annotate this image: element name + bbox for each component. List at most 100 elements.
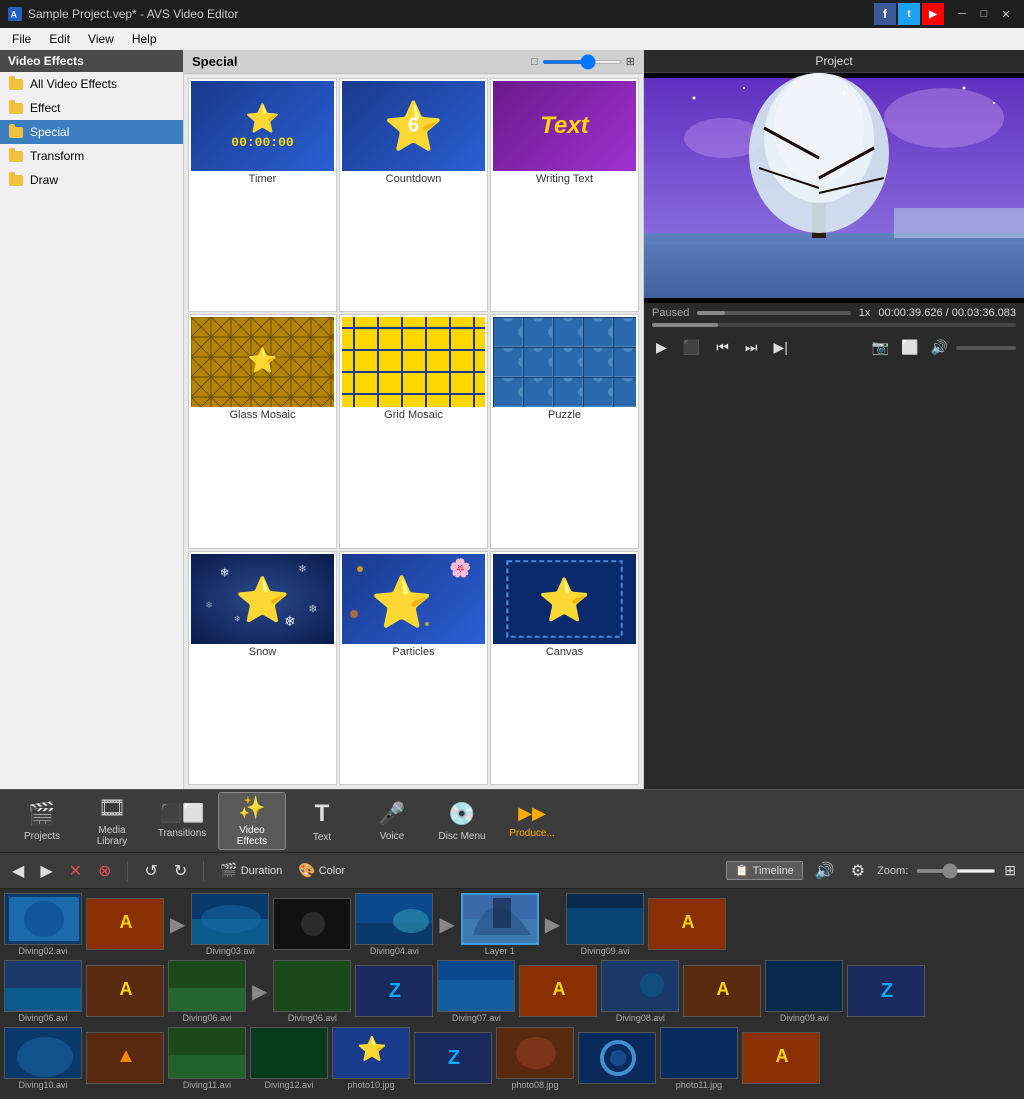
next-button[interactable]: ⏭	[741, 337, 762, 358]
clip-diving06-2[interactable]: Diving06.avi	[168, 960, 246, 1023]
menu-help[interactable]: Help	[124, 30, 165, 48]
effect-glass-mosaic[interactable]: ⭐ Glass Mosaic	[188, 314, 337, 548]
size-slider[interactable]	[542, 60, 622, 64]
delete-all-button[interactable]: ⊗	[94, 859, 115, 883]
volume-button[interactable]: 🔊	[927, 337, 952, 358]
step-forward-button[interactable]: ▶|	[769, 337, 791, 358]
clip-diving09-2[interactable]: Diving09.avi	[765, 960, 843, 1023]
clip-diving08[interactable]: Diving08.avi	[601, 960, 679, 1023]
transitions-button[interactable]: ⬛⬜ Transitions	[148, 792, 216, 850]
clip-thumb	[250, 1027, 328, 1079]
duration-button[interactable]: 🎬 Duration	[216, 860, 286, 881]
effect-grid-mosaic[interactable]: Grid Mosaic	[339, 314, 488, 548]
effect-particles[interactable]: ⭐ 🌸 Particles	[339, 551, 488, 785]
produce-label: Produce...	[509, 828, 555, 839]
menu-view[interactable]: View	[80, 30, 122, 48]
clip-diving04[interactable]: Diving04.avi	[355, 893, 433, 956]
effect-snow[interactable]: ⭐ ❄ ❄ ❄ ❄ ❄ ❄ Snow	[188, 551, 337, 785]
media-library-button[interactable]: 🎞 Media Library	[78, 792, 146, 850]
clip-logo-3[interactable]: Z	[414, 1032, 492, 1085]
redo-button[interactable]: ↻	[170, 859, 191, 883]
fullscreen-control[interactable]: ⊞	[626, 55, 635, 68]
settings-button[interactable]: ⚙	[847, 859, 869, 883]
clip-diving02[interactable]: Diving02.avi	[4, 893, 82, 956]
disc-menu-button[interactable]: 💿 Disc Menu	[428, 792, 496, 850]
color-button[interactable]: 🎨 Color	[294, 860, 349, 881]
sidebar-item-all-effects[interactable]: All Video Effects	[0, 72, 183, 96]
zoom-slider[interactable]	[916, 869, 996, 873]
toolbar: 🎬 Projects 🎞 Media Library ⬛⬜ Transition…	[0, 789, 1024, 853]
clip-label: Diving09.avi	[780, 1013, 829, 1023]
clip-diving12[interactable]: Diving12.avi	[250, 1027, 328, 1090]
fit-button[interactable]: ⊞	[1004, 862, 1016, 879]
clip-text-2[interactable]: A	[648, 898, 726, 951]
effect-countdown[interactable]: ⭐ 6 Countdown	[339, 78, 488, 312]
playback-status: Paused 1x 00:00:39.626 / 00:03:36.083	[652, 307, 1016, 319]
clip-photo10[interactable]: ⭐ photo10.jpg	[332, 1027, 410, 1090]
close-button[interactable]: ✕	[996, 4, 1016, 24]
maximize-button[interactable]: □	[974, 4, 994, 24]
clip-diving11[interactable]: Diving11.avi	[168, 1027, 246, 1090]
voice-button[interactable]: 🎤 Voice	[358, 792, 426, 850]
facebook-icon[interactable]: f	[874, 3, 896, 25]
snapshot-button[interactable]: 📷	[868, 337, 893, 358]
prev-button[interactable]: ⏮	[712, 337, 733, 358]
menu-file[interactable]: File	[4, 30, 39, 48]
projects-button[interactable]: 🎬 Projects	[8, 792, 76, 850]
effects-title: Special	[192, 54, 238, 69]
clip-logo-1[interactable]: Z	[355, 965, 433, 1018]
effect-puzzle[interactable]: Puzzle	[490, 314, 639, 548]
clip-text-3[interactable]: A	[519, 965, 597, 1018]
play-button[interactable]: ▶	[652, 337, 671, 358]
sidebar-item-special[interactable]: Special	[0, 120, 183, 144]
volume-timeline-button[interactable]: 🔊	[811, 859, 839, 883]
youtube-icon[interactable]: ▶	[922, 3, 944, 25]
minimize-button[interactable]: ─	[952, 4, 972, 24]
glass-mosaic-svg: ⭐	[191, 317, 334, 407]
clip-layer1[interactable]: Layer 1	[461, 893, 539, 956]
clip-coral-1[interactable]: A	[86, 965, 164, 1018]
go-forward-button[interactable]: ▶	[36, 859, 56, 883]
clip-diving09[interactable]: Diving09.avi	[566, 893, 644, 956]
sidebar-item-draw[interactable]: Draw	[0, 168, 183, 192]
clip-text-1[interactable]: A	[86, 898, 164, 951]
twitter-icon[interactable]: t	[898, 3, 920, 25]
sidebar-item-effect[interactable]: Effect	[0, 96, 183, 120]
text-button[interactable]: T Text	[288, 792, 356, 850]
sidebar-item-transform[interactable]: Transform	[0, 144, 183, 168]
clip-coral-2[interactable]: A	[683, 965, 761, 1018]
size-control[interactable]: □	[531, 56, 538, 68]
effect-label-countdown: Countdown	[342, 171, 485, 187]
clip-diving03[interactable]: Diving03.avi	[191, 893, 269, 956]
effect-canvas[interactable]: ⭐ Canvas	[490, 551, 639, 785]
volume-bar[interactable]	[956, 346, 1016, 350]
undo-button[interactable]: ↺	[140, 859, 161, 883]
clip-thumb	[4, 1027, 82, 1079]
clip-photo11[interactable]: photo11.jpg	[660, 1027, 738, 1090]
fullscreen-button[interactable]: ⬜	[897, 337, 922, 358]
produce-button[interactable]: ▶▶ Produce...	[498, 792, 566, 850]
clip-thumb	[4, 893, 82, 945]
clip-text-4[interactable]: A	[742, 1032, 820, 1085]
clip-diving07[interactable]: Diving07.avi	[437, 960, 515, 1023]
delete-button[interactable]: ✕	[65, 859, 86, 883]
clip-label: Diving04.avi	[370, 946, 419, 956]
timeline-toggle[interactable]: 📋 Timeline	[726, 861, 803, 880]
clip-diving10[interactable]: Diving10.avi	[4, 1027, 82, 1090]
speed-label: 1x	[859, 307, 871, 319]
effect-writing-text[interactable]: Text Writing Text	[490, 78, 639, 312]
clip-coral-3[interactable]: ▲	[86, 1032, 164, 1085]
video-effects-button[interactable]: ✨ Video Effects	[218, 792, 286, 850]
seek-bar[interactable]	[652, 323, 1016, 327]
go-back-button[interactable]: ◀	[8, 859, 28, 883]
clip-circle[interactable]	[578, 1032, 656, 1085]
clip-logo-2[interactable]: Z	[847, 965, 925, 1018]
menu-edit[interactable]: Edit	[41, 30, 78, 48]
clip-photo08[interactable]: photo08.jpg	[496, 1027, 574, 1090]
stop-button[interactable]: ⬛	[679, 337, 704, 358]
progress-bar[interactable]	[697, 311, 850, 315]
clip-diving06-3[interactable]: Diving06.avi	[273, 960, 351, 1023]
clip-diving06-1[interactable]: Diving06.avi	[4, 960, 82, 1023]
clip-dark-1[interactable]	[273, 898, 351, 951]
effect-timer[interactable]: ⭐ 00:00:00 Timer	[188, 78, 337, 312]
